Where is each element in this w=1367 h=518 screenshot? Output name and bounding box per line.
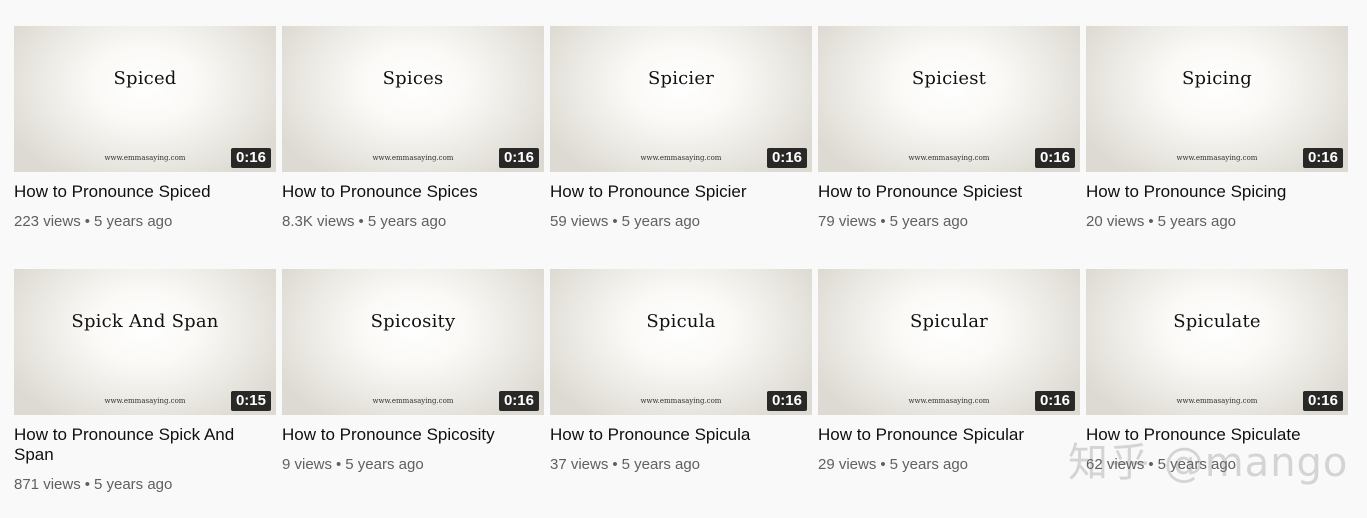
upload-age: 5 years ago [621, 456, 701, 473]
video-thumbnail[interactable]: Spicosity www.emmasaying.com 0:16 [282, 269, 544, 415]
thumbnail-word: Spices [382, 68, 444, 89]
video-card[interactable]: Spick And Span www.emmasaying.com 0:15 H… [14, 269, 276, 512]
video-metadata: 871 views • 5 years ago [14, 475, 276, 495]
video-title[interactable]: How to Pronounce Spick And Span [14, 425, 264, 465]
video-card[interactable]: Spiced www.emmasaying.com 0:16 How to Pr… [14, 26, 276, 269]
video-metadata: 223 views • 5 years ago [14, 212, 276, 232]
meta-separator: • [1148, 213, 1154, 230]
upload-age: 5 years ago [93, 213, 173, 230]
duration-badge: 0:16 [498, 148, 539, 168]
upload-age: 5 years ago [1157, 213, 1237, 230]
video-metadata: 62 views • 5 years ago [1086, 455, 1348, 475]
video-card[interactable]: Spices www.emmasaying.com 0:16 How to Pr… [282, 26, 544, 269]
view-count: 37 views [550, 456, 609, 473]
meta-separator: • [84, 213, 90, 230]
duration-badge: 0:16 [766, 148, 807, 168]
video-thumbnail[interactable]: Spick And Span www.emmasaying.com 0:15 [14, 269, 276, 415]
video-metadata: 59 views • 5 years ago [550, 212, 812, 232]
video-card[interactable]: Spicular www.emmasaying.com 0:16 How to … [818, 269, 1080, 512]
meta-separator: • [612, 213, 618, 230]
duration-badge: 0:16 [1034, 148, 1075, 168]
video-title[interactable]: How to Pronounce Spiciest [818, 182, 1068, 202]
video-metadata: 29 views • 5 years ago [818, 455, 1080, 475]
thumbnail-word: Spiculate [1173, 311, 1261, 332]
thumbnail-word: Spicier [647, 68, 715, 89]
video-metadata: 79 views • 5 years ago [818, 212, 1080, 232]
upload-age: 5 years ago [345, 456, 424, 473]
video-grid: Spiced www.emmasaying.com 0:16 How to Pr… [14, 26, 1348, 512]
video-thumbnail[interactable]: Spicing www.emmasaying.com 0:16 [1086, 26, 1348, 172]
video-card[interactable]: Spiciest www.emmasaying.com 0:16 How to … [818, 26, 1080, 269]
duration-badge: 0:16 [498, 391, 539, 411]
view-count: 62 views [1086, 456, 1145, 473]
video-card[interactable]: Spicing www.emmasaying.com 0:16 How to P… [1086, 26, 1348, 269]
video-title[interactable]: How to Pronounce Spicosity [282, 425, 532, 445]
view-count: 223 views [14, 213, 81, 230]
meta-separator: • [612, 456, 618, 473]
duration-badge: 0:16 [1302, 148, 1343, 168]
thumbnail-word: Spiciest [911, 68, 987, 89]
upload-age: 5 years ago [93, 476, 173, 493]
thumbnail-word: Spiced [113, 68, 177, 89]
video-metadata: 9 views • 5 years ago [282, 455, 544, 475]
video-thumbnail[interactable]: Spicier www.emmasaying.com 0:16 [550, 26, 812, 172]
view-count: 59 views [550, 213, 609, 230]
video-card[interactable]: Spicosity www.emmasaying.com 0:16 How to… [282, 269, 544, 512]
video-card[interactable]: Spicier www.emmasaying.com 0:16 How to P… [550, 26, 812, 269]
thumbnail-word: Spicing [1182, 68, 1252, 89]
video-title[interactable]: How to Pronounce Spicier [550, 182, 800, 202]
video-card[interactable]: Spicula www.emmasaying.com 0:16 How to P… [550, 269, 812, 512]
video-title[interactable]: How to Pronounce Spiculate [1086, 425, 1336, 445]
video-title[interactable]: How to Pronounce Spicing [1086, 182, 1336, 202]
thumbnail-word: Spicosity [370, 311, 456, 332]
duration-badge: 0:16 [1302, 391, 1343, 411]
video-metadata: 20 views • 5 years ago [1086, 212, 1348, 232]
video-title[interactable]: How to Pronounce Spices [282, 182, 532, 202]
view-count: 871 views [14, 476, 81, 493]
duration-badge: 0:15 [230, 391, 271, 411]
view-count: 29 views [818, 456, 877, 473]
thumbnail-word: Spicular [910, 311, 988, 332]
upload-age: 5 years ago [621, 213, 701, 230]
view-count: 8.3K views [282, 213, 355, 230]
video-title[interactable]: How to Pronounce Spicula [550, 425, 800, 445]
meta-separator: • [1148, 456, 1154, 473]
video-thumbnail[interactable]: Spiced www.emmasaying.com 0:16 [14, 26, 276, 172]
view-count: 9 views [282, 456, 333, 473]
thumbnail-word: Spicula [646, 311, 716, 332]
video-thumbnail[interactable]: Spiculate www.emmasaying.com 0:16 [1086, 269, 1348, 415]
video-thumbnail[interactable]: Spiciest www.emmasaying.com 0:16 [818, 26, 1080, 172]
thumbnail-word: Spick And Span [71, 311, 219, 332]
duration-badge: 0:16 [766, 391, 807, 411]
video-thumbnail[interactable]: Spices www.emmasaying.com 0:16 [282, 26, 544, 172]
upload-age: 5 years ago [1157, 456, 1237, 473]
video-title[interactable]: How to Pronounce Spicular [818, 425, 1068, 445]
upload-age: 5 years ago [889, 213, 969, 230]
video-thumbnail[interactable]: Spicular www.emmasaying.com 0:16 [818, 269, 1080, 415]
duration-badge: 0:16 [1034, 391, 1075, 411]
view-count: 79 views [818, 213, 877, 230]
meta-separator: • [880, 213, 886, 230]
meta-separator: • [84, 476, 90, 493]
video-metadata: 8.3K views • 5 years ago [282, 212, 544, 232]
upload-age: 5 years ago [889, 456, 969, 473]
video-thumbnail[interactable]: Spicula www.emmasaying.com 0:16 [550, 269, 812, 415]
meta-separator: • [880, 456, 886, 473]
meta-separator: • [358, 213, 364, 230]
duration-badge: 0:16 [230, 148, 271, 168]
upload-age: 5 years ago [367, 213, 447, 230]
meta-separator: • [336, 456, 342, 473]
video-metadata: 37 views • 5 years ago [550, 455, 812, 475]
view-count: 20 views [1086, 213, 1145, 230]
video-title[interactable]: How to Pronounce Spiced [14, 182, 264, 202]
video-card[interactable]: Spiculate www.emmasaying.com 0:16 How to… [1086, 269, 1348, 512]
